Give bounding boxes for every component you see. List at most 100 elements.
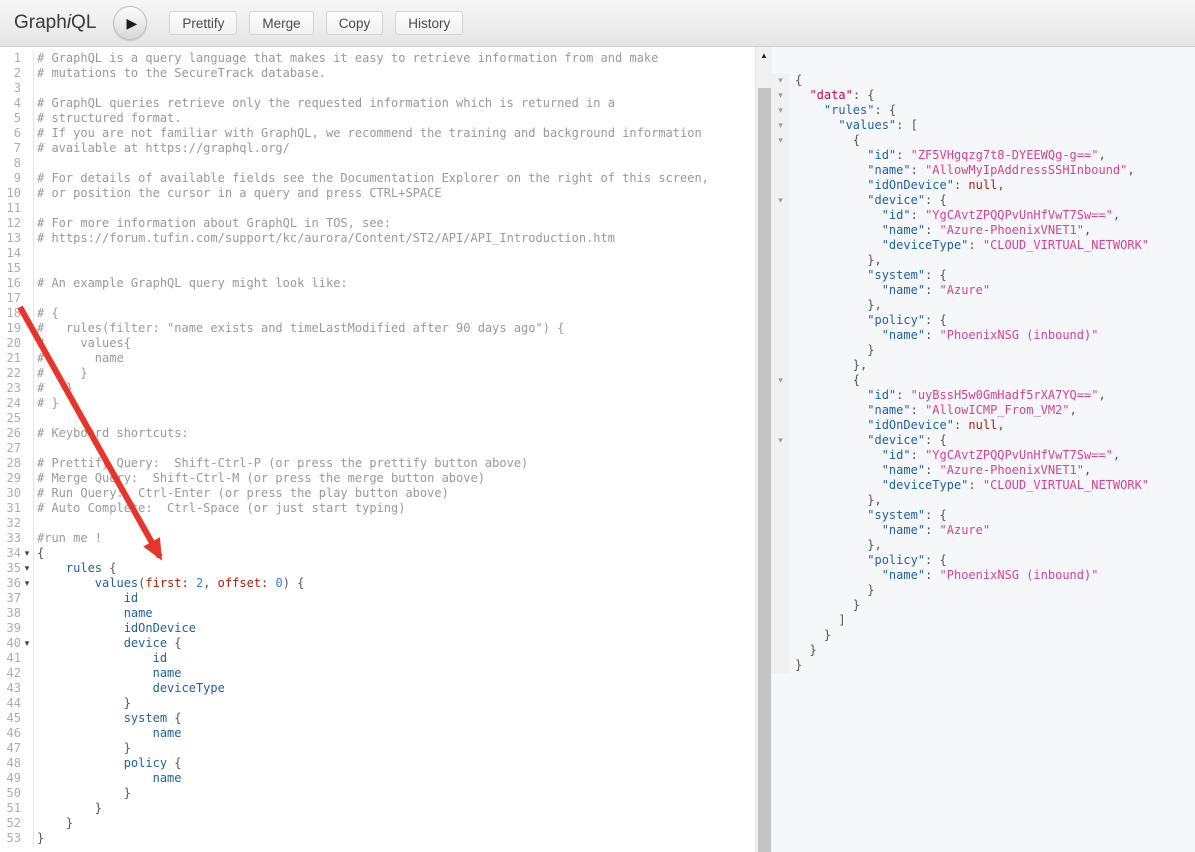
line-number: 37	[0, 591, 21, 606]
line-number: 52	[0, 816, 21, 831]
editor-line: 32	[0, 516, 755, 531]
code-text: "deviceType": "CLOUD_VIRTUAL_NETWORK"	[789, 478, 1149, 493]
fold-gutter-empty	[21, 816, 33, 831]
result-line: },	[772, 493, 1195, 508]
fold-gutter-empty	[772, 463, 789, 478]
line-number: 51	[0, 801, 21, 816]
line-number: 3	[0, 81, 21, 96]
line-number: 15	[0, 261, 21, 276]
result-line: "id": "YgCAvtZPQQPvUnHfVwT7Sw==",	[772, 208, 1195, 223]
editor-gutter: 11	[0, 201, 34, 216]
fold-icon[interactable]: ▾	[772, 88, 789, 103]
code-text: "values": [	[789, 118, 918, 133]
code-text: }	[34, 741, 131, 756]
editor-gutter: 46	[0, 726, 34, 741]
fold-icon[interactable]: ▾	[21, 546, 33, 561]
line-number: 36	[0, 576, 21, 591]
code-text: deviceType	[34, 681, 225, 696]
code-text: {	[34, 546, 44, 561]
editor-line: 13# https://forum.tufin.com/support/kc/a…	[0, 231, 755, 246]
line-number: 26	[0, 426, 21, 441]
editor-line: 17	[0, 291, 755, 306]
code-text: # For more information about GraphQL in …	[34, 216, 391, 231]
fold-icon[interactable]: ▾	[772, 193, 789, 208]
editor-line: 51 }	[0, 801, 755, 816]
fold-gutter-empty	[21, 741, 33, 756]
editor-gutter: 16	[0, 276, 34, 291]
editor-line: 1# GraphQL is a query language that make…	[0, 51, 755, 66]
result-line: ▾ "device": {	[772, 433, 1195, 448]
scrollbar-thumb[interactable]	[758, 88, 771, 852]
graphiql-logo: GraphiQL	[14, 12, 96, 34]
fold-icon[interactable]: ▾	[772, 103, 789, 118]
play-icon: ▶	[127, 16, 138, 30]
code-text: # }	[34, 366, 88, 381]
editor-gutter: 24	[0, 396, 34, 411]
merge-button[interactable]: Merge	[249, 11, 313, 35]
editor-line: 49 name	[0, 771, 755, 786]
fold-gutter-empty	[21, 711, 33, 726]
fold-gutter-empty	[21, 261, 33, 276]
scroll-up-icon[interactable]: ▲	[756, 47, 772, 64]
fold-gutter-empty	[21, 366, 33, 381]
fold-icon[interactable]: ▾	[772, 433, 789, 448]
line-number: 50	[0, 786, 21, 801]
fold-icon[interactable]: ▾	[21, 576, 33, 591]
fold-icon[interactable]: ▾	[772, 118, 789, 133]
fold-icon[interactable]: ▾	[772, 133, 789, 148]
line-number: 17	[0, 291, 21, 306]
fold-gutter-empty	[21, 96, 33, 111]
code-text: "name": "Azure-PhoenixVNET1",	[789, 463, 1091, 478]
prettify-button[interactable]: Prettify	[169, 11, 237, 35]
editor-line: 6# If you are not familiar with GraphQL,…	[0, 126, 755, 141]
fold-icon[interactable]: ▾	[21, 636, 33, 651]
fold-gutter-empty	[772, 628, 789, 643]
code-text	[34, 156, 37, 171]
editor-line: 45 system {	[0, 711, 755, 726]
code-text: }	[789, 583, 874, 598]
result-line: "name": "Azure-PhoenixVNET1",	[772, 463, 1195, 478]
line-number: 33	[0, 531, 21, 546]
code-text: name	[34, 606, 153, 621]
editor-gutter: 33	[0, 531, 34, 546]
result-line: "policy": {	[772, 553, 1195, 568]
editor-gutter: 23	[0, 381, 34, 396]
fold-gutter-empty	[21, 456, 33, 471]
code-text: # GraphQL queries retrieve only the requ…	[34, 96, 615, 111]
fold-icon[interactable]: ▾	[21, 561, 33, 576]
code-text	[34, 291, 37, 306]
code-text: # mutations to the SecureTrack database.	[34, 66, 326, 81]
line-number: 48	[0, 756, 21, 771]
editor-line: 40▾ device {	[0, 636, 755, 651]
fold-gutter-empty	[21, 171, 33, 186]
code-text: }	[34, 786, 131, 801]
copy-button[interactable]: Copy	[326, 11, 384, 35]
fold-icon[interactable]: ▾	[772, 73, 789, 88]
result-line: ▾ {	[772, 373, 1195, 388]
fold-gutter-empty	[772, 358, 789, 373]
fold-gutter-empty	[21, 291, 33, 306]
fold-gutter-empty	[21, 126, 33, 141]
execute-button[interactable]: ▶	[113, 6, 147, 40]
result-line: },	[772, 253, 1195, 268]
editor-line: 7# available at https://graphql.org/	[0, 141, 755, 156]
fold-gutter-empty	[772, 598, 789, 613]
query-editor[interactable]: 1# GraphQL is a query language that make…	[0, 47, 755, 852]
line-number: 4	[0, 96, 21, 111]
result-line: "system": {	[772, 508, 1195, 523]
code-text: rules {	[34, 561, 116, 576]
line-number: 11	[0, 201, 21, 216]
editor-scrollbar[interactable]: ▲	[755, 47, 772, 852]
editor-gutter: 2	[0, 66, 34, 81]
editor-line: 37 id	[0, 591, 755, 606]
fold-gutter-empty	[21, 276, 33, 291]
editor-gutter: 6	[0, 126, 34, 141]
code-text: "system": {	[789, 508, 947, 523]
editor-gutter: 47	[0, 741, 34, 756]
history-button[interactable]: History	[395, 11, 463, 35]
fold-icon[interactable]: ▾	[772, 373, 789, 388]
fold-gutter-empty	[21, 426, 33, 441]
code-text: },	[789, 298, 882, 313]
line-number: 29	[0, 471, 21, 486]
fold-gutter-empty	[21, 651, 33, 666]
